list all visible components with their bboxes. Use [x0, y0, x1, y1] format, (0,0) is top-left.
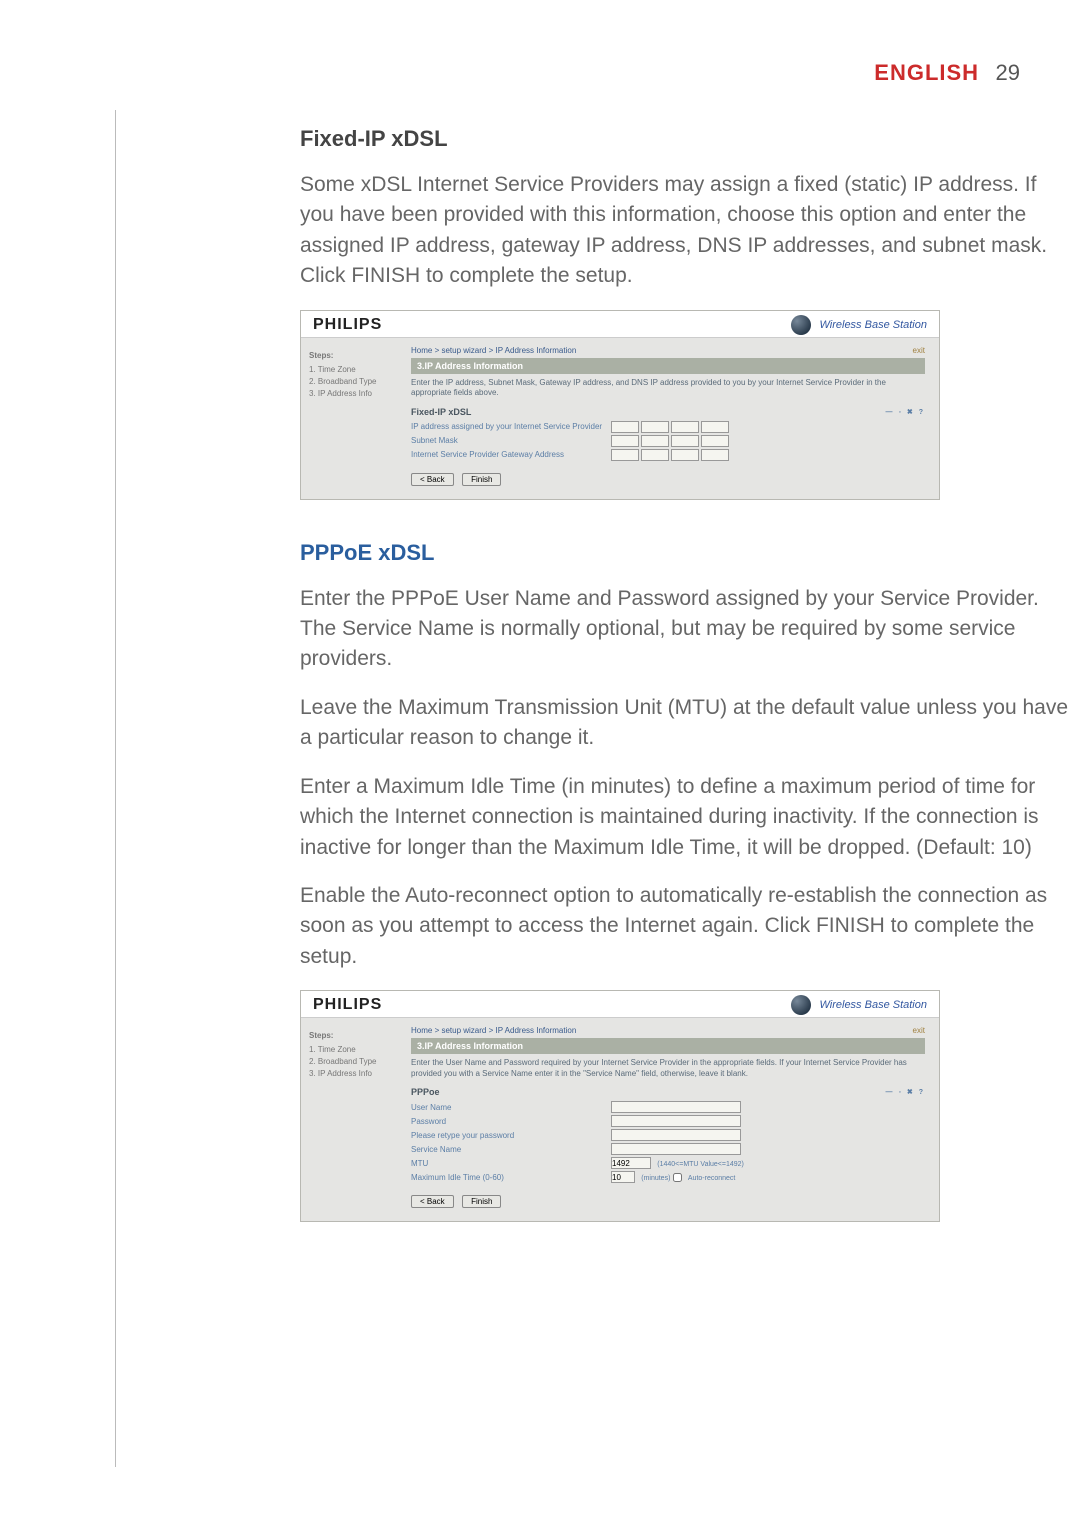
back-button[interactable]: < Back	[411, 1195, 454, 1208]
language-label: ENGLISH	[874, 60, 979, 85]
gw-octet-4[interactable]	[701, 449, 729, 461]
page-header: ENGLISH 29	[60, 60, 1020, 86]
panel-title: 3.IP Address Information	[411, 358, 925, 374]
pppoe-para-4: Enable the Auto-reconnect option to auto…	[300, 881, 1070, 972]
gateway-label: Internet Service Provider Gateway Addres…	[411, 450, 611, 459]
pppoe-para-1: Enter the PPPoE User Name and Password a…	[300, 584, 1070, 675]
ip-octet-1[interactable]	[611, 421, 639, 433]
ip-address-label: IP address assigned by your Internet Ser…	[411, 422, 611, 431]
step-3: 3. IP Address Info	[309, 388, 403, 400]
globe-icon	[791, 315, 811, 335]
mtu-input[interactable]	[611, 1157, 651, 1169]
vertical-divider	[115, 110, 116, 1467]
subsection-label: PPPoe	[411, 1087, 440, 1097]
password-input[interactable]	[611, 1115, 741, 1127]
panel-title: 3.IP Address Information	[411, 1038, 925, 1054]
subnet-octet-2[interactable]	[641, 435, 669, 447]
step-1: 1. Time Zone	[309, 364, 403, 376]
help-icons: — ◦ ✖ ?	[886, 408, 925, 416]
brand-logo: PHILIPS	[313, 996, 382, 1014]
panel-description: Enter the IP address, Subnet Mask, Gatew…	[411, 378, 925, 399]
ip-octet-2[interactable]	[641, 421, 669, 433]
idle-unit: (minutes)	[641, 1175, 670, 1182]
panel-description: Enter the User Name and Password require…	[411, 1058, 925, 1079]
auto-reconnect-checkbox[interactable]	[673, 1173, 682, 1182]
breadcrumb: Home > setup wizard > IP Address Informa…	[411, 1026, 576, 1035]
subnet-octet-3[interactable]	[671, 435, 699, 447]
mtu-label: MTU	[411, 1159, 611, 1168]
fixed-ip-paragraph: Some xDSL Internet Service Providers may…	[300, 170, 1070, 292]
idle-time-input[interactable]	[611, 1171, 635, 1183]
fixed-ip-heading: Fixed-IP xDSL	[300, 126, 1070, 152]
ip-octet-3[interactable]	[671, 421, 699, 433]
service-name-input[interactable]	[611, 1143, 741, 1155]
brand-logo: PHILIPS	[313, 316, 382, 334]
subnet-mask-label: Subnet Mask	[411, 436, 611, 445]
mtu-hint: (1440<=MTU Value<=1492)	[657, 1161, 744, 1168]
username-input[interactable]	[611, 1101, 741, 1113]
gw-octet-1[interactable]	[611, 449, 639, 461]
wizard-steps-sidebar: Steps: 1. Time Zone 2. Broadband Type 3.…	[301, 1018, 411, 1221]
gw-octet-2[interactable]	[641, 449, 669, 461]
pppoe-para-2: Leave the Maximum Transmission Unit (MTU…	[300, 693, 1070, 754]
steps-heading: Steps:	[309, 1030, 403, 1042]
idle-time-label: Maximum Idle Time (0-60)	[411, 1173, 611, 1182]
pppoe-screenshot: PHILIPS Wireless Base Station Steps: 1. …	[300, 990, 940, 1222]
password-retype-input[interactable]	[611, 1129, 741, 1141]
pppoe-para-3: Enter a Maximum Idle Time (in minutes) t…	[300, 772, 1070, 863]
product-tag: Wireless Base Station	[819, 999, 927, 1011]
ip-octet-4[interactable]	[701, 421, 729, 433]
service-name-label: Service Name	[411, 1145, 611, 1154]
username-label: User Name	[411, 1103, 611, 1112]
steps-heading: Steps:	[309, 350, 403, 362]
pppoe-heading: PPPoE xDSL	[300, 540, 1070, 566]
back-button[interactable]: < Back	[411, 473, 454, 486]
finish-button[interactable]: Finish	[462, 473, 501, 486]
breadcrumb: Home > setup wizard > IP Address Informa…	[411, 346, 576, 355]
auto-reconnect-label: Auto-reconnect	[688, 1175, 735, 1182]
step-3: 3. IP Address Info	[309, 1068, 403, 1080]
exit-link[interactable]: exit	[913, 346, 925, 358]
page-number: 29	[996, 60, 1020, 85]
exit-link[interactable]: exit	[913, 1026, 925, 1038]
help-icons: — ◦ ✖ ?	[886, 1088, 925, 1096]
step-2: 2. Broadband Type	[309, 376, 403, 388]
fixed-ip-screenshot: PHILIPS Wireless Base Station Steps: 1. …	[300, 310, 940, 500]
subsection-label: Fixed-IP xDSL	[411, 407, 471, 417]
password-retype-label: Please retype your password	[411, 1131, 611, 1140]
step-1: 1. Time Zone	[309, 1044, 403, 1056]
subnet-octet-4[interactable]	[701, 435, 729, 447]
gw-octet-3[interactable]	[671, 449, 699, 461]
subnet-octet-1[interactable]	[611, 435, 639, 447]
password-label: Password	[411, 1117, 611, 1126]
wizard-steps-sidebar: Steps: 1. Time Zone 2. Broadband Type 3.…	[301, 338, 411, 499]
step-2: 2. Broadband Type	[309, 1056, 403, 1068]
product-tag: Wireless Base Station	[819, 319, 927, 331]
finish-button[interactable]: Finish	[462, 1195, 501, 1208]
globe-icon	[791, 995, 811, 1015]
